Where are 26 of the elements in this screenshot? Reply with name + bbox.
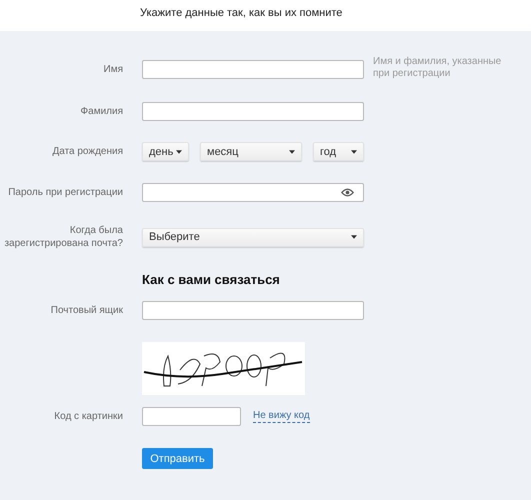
- link[interactable]: Не вижу код: [253, 410, 310, 423]
- input-field[interactable]: [142, 301, 364, 320]
- dropdown[interactable]: день: [142, 142, 189, 161]
- caret-icon: [176, 150, 182, 154]
- hint-text: Имя и фамилия, указанные при регистрации: [373, 56, 502, 80]
- field-label: Почтовый ящик: [50, 304, 123, 317]
- field-label: Когда была зарегистрирована почта?: [3, 224, 123, 250]
- field-label: Код с картинки: [54, 410, 123, 423]
- eye-icon[interactable]: [341, 188, 354, 197]
- caret-icon: [289, 150, 295, 154]
- field-label: Имя: [104, 62, 123, 76]
- submit-button[interactable]: Отправить: [142, 448, 213, 469]
- field-label: Фамилия: [80, 105, 123, 118]
- password-field[interactable]: [142, 183, 364, 202]
- caret-icon: [351, 150, 357, 154]
- caret-icon: [351, 235, 357, 239]
- input-field[interactable]: [142, 102, 364, 121]
- field-label: Дата рождения: [52, 145, 123, 158]
- input-field[interactable]: [142, 407, 241, 426]
- field-label: Пароль при регистрации: [8, 186, 123, 199]
- section-title: Как с вами связаться: [142, 272, 280, 287]
- intro-text: Укажите данные так, как вы их помните: [140, 7, 342, 19]
- input-field[interactable]: [142, 60, 364, 78]
- dropdown[interactable]: месяц: [200, 142, 302, 161]
- dropdown[interactable]: Выберите: [142, 228, 364, 246]
- dropdown[interactable]: год: [313, 142, 364, 161]
